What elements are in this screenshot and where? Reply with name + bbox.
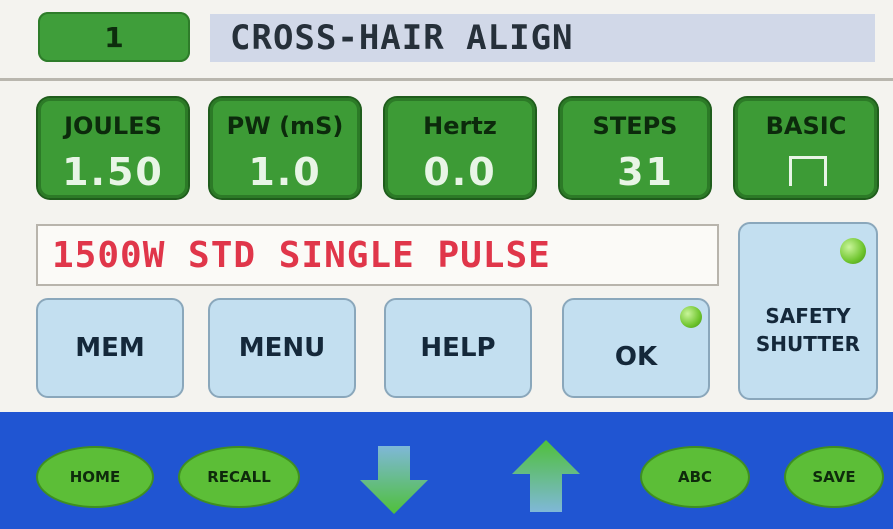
joules-label: JOULES: [64, 112, 162, 140]
save-button[interactable]: SAVE: [784, 446, 884, 508]
recall-button[interactable]: RECALL: [178, 446, 300, 508]
mode-description: 1500W STD SINGLE PULSE: [36, 224, 719, 286]
abc-button[interactable]: ABC: [640, 446, 750, 508]
shutter-led-icon: [840, 238, 866, 264]
joules-button[interactable]: JOULES 1.50: [38, 98, 188, 198]
steps-label: STEPS: [592, 112, 678, 140]
pulse-width-value: 1.0: [248, 150, 322, 194]
safety-shutter-line1: SAFETY: [765, 304, 851, 328]
steps-value: 31: [617, 150, 674, 194]
hertz-value: 0.0: [423, 150, 497, 194]
laser-control-screen: 1 CROSS-HAIR ALIGN JOULES 1.50 PW (mS) 1…: [0, 0, 893, 529]
steps-button[interactable]: STEPS 31: [560, 98, 710, 198]
square-pulse-icon: [789, 156, 827, 186]
hertz-button[interactable]: Hertz 0.0: [385, 98, 535, 198]
menu-button[interactable]: MENU: [208, 298, 356, 398]
pulse-width-label: PW (mS): [226, 112, 344, 140]
home-button[interactable]: HOME: [36, 446, 154, 508]
program-number[interactable]: 1: [38, 12, 190, 62]
ok-led-icon: [680, 306, 702, 328]
safety-shutter-button[interactable]: SAFETY SHUTTER: [738, 222, 878, 400]
basic-button[interactable]: BASIC: [735, 98, 877, 198]
mem-button[interactable]: MEM: [36, 298, 184, 398]
safety-shutter-line2: SHUTTER: [755, 332, 861, 356]
divider: [0, 78, 893, 81]
program-title: CROSS-HAIR ALIGN: [210, 14, 875, 62]
hertz-label: Hertz: [423, 112, 497, 140]
pulse-width-button[interactable]: PW (mS) 1.0: [210, 98, 360, 198]
help-button[interactable]: HELP: [384, 298, 532, 398]
arrow-down-icon[interactable]: [356, 446, 432, 516]
safety-shutter-label: SAFETY SHUTTER: [740, 302, 876, 358]
basic-label: BASIC: [765, 112, 847, 140]
ok-label: OK: [614, 342, 658, 372]
arrow-up-icon[interactable]: [508, 440, 584, 514]
joules-value: 1.50: [62, 150, 164, 194]
